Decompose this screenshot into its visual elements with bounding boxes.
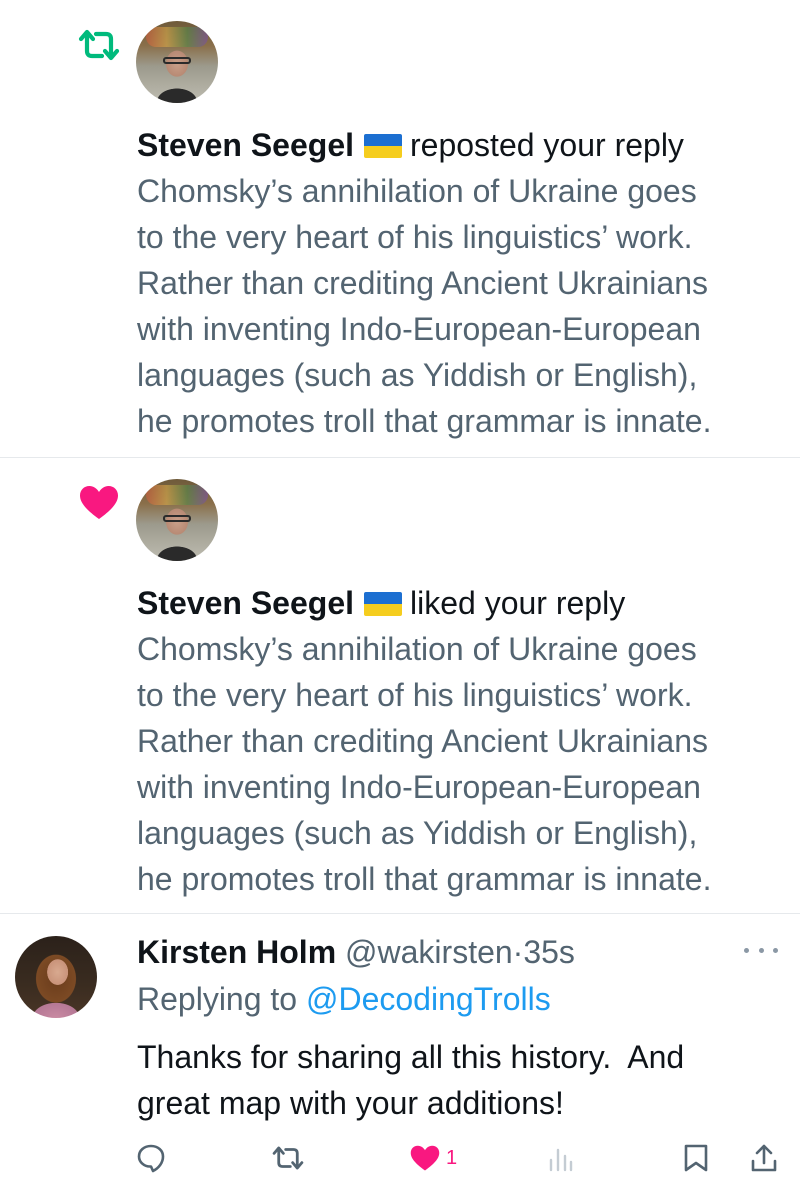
body-line: Chomsky’s annihilation of Ukraine goes <box>137 173 697 209</box>
tweet-text: Thanks for sharing all this history. And… <box>137 1034 777 1126</box>
repost-button[interactable] <box>271 1138 305 1178</box>
like-button[interactable]: 1 <box>410 1138 457 1178</box>
author-handle[interactable]: @wakirsten <box>345 934 513 970</box>
body-line: Rather than crediting Ancient Ukrainians <box>137 265 708 301</box>
share-icon <box>750 1143 778 1173</box>
reply-button[interactable] <box>136 1138 166 1178</box>
user-name[interactable]: Steven Seegel <box>137 127 354 163</box>
body-line: Rather than crediting Ancient Ukrainians <box>137 723 708 759</box>
body-line: with inventing Indo-European-European <box>137 769 701 805</box>
replying-prefix: Replying to <box>137 981 298 1017</box>
notification-action: liked your reply <box>410 585 626 621</box>
avatar[interactable] <box>136 21 218 103</box>
quoted-reply-text: Chomsky’s annihilation of Ukraine goes t… <box>137 626 711 902</box>
body-line: with inventing Indo-European-European <box>137 311 701 347</box>
heart-icon <box>410 1145 440 1172</box>
body-line: languages (such as Yiddish or English), <box>137 815 698 851</box>
body-line: he promotes troll that grammar is innate… <box>137 403 712 439</box>
bookmark-button[interactable] <box>683 1138 709 1178</box>
author-name[interactable]: Kirsten Holm <box>137 934 336 970</box>
body-line: to the very heart of his linguistics’ wo… <box>137 219 693 255</box>
user-name[interactable]: Steven Seegel <box>137 585 354 621</box>
mention-link[interactable]: @DecodingTrolls <box>306 981 551 1017</box>
body-line: Chomsky’s annihilation of Ukraine goes <box>137 631 697 667</box>
ukraine-flag-icon <box>364 592 402 616</box>
tweet-actions: 1 <box>0 1138 800 1178</box>
quoted-reply-text: Chomsky’s annihilation of Ukraine goes t… <box>137 168 711 444</box>
body-line: to the very heart of his linguistics’ wo… <box>137 677 693 713</box>
replying-to: Replying to @DecodingTrolls <box>137 976 551 1022</box>
notification-action: reposted your reply <box>410 127 684 163</box>
body-line: great map with your additions! <box>137 1085 564 1121</box>
repost-icon <box>271 1143 305 1173</box>
body-line: languages (such as Yiddish or English), <box>137 357 698 393</box>
body-line: he promotes troll that grammar is innate… <box>137 861 712 897</box>
timestamp[interactable]: 35s <box>523 934 575 970</box>
avatar[interactable] <box>136 479 218 561</box>
views-button[interactable] <box>548 1138 574 1178</box>
notification-like[interactable]: Steven Seegel liked your reply Chomsky’s … <box>0 458 800 914</box>
notification-repost[interactable]: Steven Seegel reposted your reply Chomsky… <box>0 0 800 458</box>
repost-icon <box>76 22 122 68</box>
share-button[interactable] <box>750 1138 778 1178</box>
analytics-icon <box>548 1144 574 1172</box>
ukraine-flag-icon <box>364 134 402 158</box>
separator: · <box>512 934 524 970</box>
heart-icon <box>76 480 122 526</box>
avatar[interactable] <box>15 936 97 1018</box>
more-options-icon[interactable] <box>744 942 778 958</box>
body-line: Thanks for sharing all this history. And <box>137 1039 685 1075</box>
like-count: 1 <box>446 1146 458 1169</box>
bookmark-icon <box>683 1143 709 1173</box>
comment-icon <box>136 1143 166 1173</box>
reply-tweet[interactable]: Kirsten Holm @wakirsten·35s Replying to … <box>0 914 800 1178</box>
